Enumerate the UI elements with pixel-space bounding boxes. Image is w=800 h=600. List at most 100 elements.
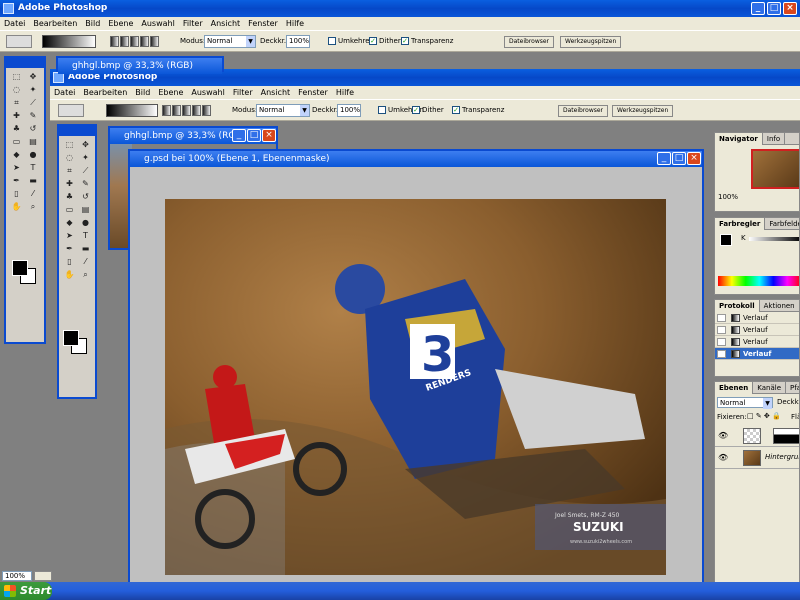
notes-tool-icon[interactable]: ▯ [10, 189, 23, 199]
menu-ebene[interactable]: Ebene [154, 86, 187, 99]
outer-minimize-button[interactable]: _ [751, 2, 765, 15]
front-minimize-button[interactable]: _ [657, 152, 671, 165]
front-close-button[interactable]: × [687, 152, 701, 165]
tool-preset-picker[interactable] [58, 104, 84, 117]
menu-auswahl[interactable]: Auswahl [137, 17, 178, 30]
eye-icon[interactable]: 👁 [718, 431, 728, 440]
toolpresets-tab[interactable]: Werkzeugspitzen [612, 105, 674, 117]
gradient-tool-icon[interactable]: ▤ [79, 205, 92, 215]
magic-wand-tool-icon[interactable]: ✦ [27, 85, 40, 95]
lasso-tool-icon[interactable]: ◌ [10, 85, 23, 95]
menu-bearbeiten[interactable]: Bearbeiten [29, 17, 81, 30]
stamp-tool-icon[interactable]: ♣ [63, 192, 76, 202]
menu-datei[interactable]: Datei [50, 86, 79, 99]
healing-tool-icon[interactable]: ✚ [63, 179, 76, 189]
tab-ebenen[interactable]: Ebenen [715, 382, 754, 394]
layer-row-ebene1[interactable]: 👁 [715, 425, 799, 447]
menu-datei[interactable]: Datei [0, 17, 29, 30]
mode-select[interactable]: Normal ▼ [204, 35, 256, 48]
tab-kanaele[interactable]: Kanäle [753, 382, 786, 394]
menu-hilfe[interactable]: Hilfe [332, 86, 358, 99]
marquee-tool-icon[interactable]: ⬚ [10, 72, 23, 82]
history-brush-tool-icon[interactable]: ↺ [27, 124, 40, 134]
move-tool-icon[interactable]: ✥ [27, 72, 40, 82]
back-document-title-bar[interactable]: ghhgl.bmp @ 33,3% (RGB) [58, 58, 222, 74]
menu-fenster[interactable]: Fenster [294, 86, 332, 99]
gradient-type-buttons[interactable] [162, 105, 211, 117]
tab-navigator[interactable]: Navigator [715, 133, 763, 145]
channel-slider[interactable] [749, 237, 799, 241]
opacity-input[interactable]: 100% [337, 104, 361, 117]
pen-tool-icon[interactable]: ✒ [10, 176, 23, 186]
blur-tool-icon[interactable]: ◆ [63, 218, 76, 228]
gradient-type-buttons[interactable] [110, 36, 159, 48]
middle-maximize-button[interactable]: □ [247, 129, 261, 142]
shape-tool-icon[interactable]: ▬ [79, 244, 92, 254]
menu-fenster[interactable]: Fenster [244, 17, 282, 30]
tab-farbregler[interactable]: Farbregler [715, 218, 766, 230]
middle-document-title-bar[interactable]: ghhgl.bmp @ 33,3% (RGB) _ □ × [110, 128, 276, 144]
layer-mask-thumbnail[interactable] [773, 428, 799, 444]
toolpresets-tab[interactable]: Werkzeugspitzen [560, 36, 622, 48]
crop-tool-icon[interactable]: ⌗ [63, 166, 76, 176]
navigator-zoom[interactable]: 100% [715, 193, 799, 201]
eye-icon[interactable]: 👁 [718, 453, 728, 462]
history-checkbox[interactable] [717, 350, 726, 358]
history-checkbox[interactable] [717, 314, 726, 322]
hand-tool-icon[interactable]: ✋ [63, 270, 76, 280]
brush-tool-icon[interactable]: ✎ [79, 179, 92, 189]
menu-ansicht[interactable]: Ansicht [207, 17, 245, 30]
shape-tool-icon[interactable]: ▬ [27, 176, 40, 186]
gradient-tool-icon[interactable]: ▤ [27, 137, 40, 147]
transparency-checkbox[interactable]: ✓ [452, 106, 460, 114]
gradient-picker[interactable] [106, 104, 158, 117]
front-document-title-bar[interactable]: g.psd bei 100% (Ebene 1, Ebenenmaske) _ … [130, 151, 702, 167]
status-info-button[interactable] [34, 571, 52, 581]
tool-preset-picker[interactable] [6, 35, 32, 48]
document-canvas-image[interactable]: 3 RENDERS Joel Smets, RM-Z 450 SUZUKI ww… [165, 199, 666, 575]
history-item[interactable]: Verlauf [715, 324, 799, 336]
outer-title-bar[interactable]: Adobe Photoshop _ □ × [0, 0, 800, 17]
history-item-selected[interactable]: Verlauf [715, 348, 799, 360]
dodge-tool-icon[interactable]: ● [79, 218, 92, 228]
dodge-tool-icon[interactable]: ● [27, 150, 40, 160]
mode-select[interactable]: Normal ▼ [256, 104, 310, 117]
eyedropper-tool-icon[interactable]: ⁄ [27, 189, 40, 199]
foreground-color-swatch[interactable] [63, 330, 79, 346]
reverse-checkbox[interactable] [378, 106, 386, 114]
reverse-checkbox[interactable] [328, 37, 336, 45]
tab-farbfelder[interactable]: Farbfelder [765, 218, 799, 230]
menu-bild[interactable]: Bild [81, 17, 104, 30]
type-tool-icon[interactable]: T [79, 231, 92, 241]
navigator-thumbnail[interactable] [751, 149, 799, 189]
path-select-tool-icon[interactable]: ➤ [63, 231, 76, 241]
front-maximize-button[interactable]: □ [672, 152, 686, 165]
marquee-tool-icon[interactable]: ⬚ [63, 140, 76, 150]
transparency-checkbox[interactable]: ✓ [401, 37, 409, 45]
middle-close-button[interactable]: × [262, 129, 276, 142]
magic-wand-tool-icon[interactable]: ✦ [79, 153, 92, 163]
dither-checkbox[interactable]: ✓ [412, 106, 420, 114]
lasso-tool-icon[interactable]: ◌ [63, 153, 76, 163]
move-tool-icon[interactable]: ✥ [79, 140, 92, 150]
type-tool-icon[interactable]: T [27, 163, 40, 173]
filebrowser-tab[interactable]: Dateibrowser [504, 36, 555, 48]
filebrowser-tab[interactable]: Dateibrowser [558, 105, 609, 117]
eraser-tool-icon[interactable]: ▭ [63, 205, 76, 215]
layer-blend-mode-select[interactable]: Normal ▼ [717, 397, 773, 409]
history-checkbox[interactable] [717, 326, 726, 334]
history-item[interactable]: Verlauf [715, 312, 799, 324]
stamp-tool-icon[interactable]: ♣ [10, 124, 23, 134]
path-select-tool-icon[interactable]: ➤ [10, 163, 23, 173]
start-button[interactable]: Start [0, 582, 52, 600]
lock-icons[interactable]: □ ✎ ✥ 🔒 [747, 412, 781, 420]
blur-tool-icon[interactable]: ◆ [10, 150, 23, 160]
color-spectrum-bar[interactable] [718, 276, 799, 286]
outer-close-button[interactable]: × [783, 2, 797, 15]
notes-tool-icon[interactable]: ▯ [63, 257, 76, 267]
hand-tool-icon[interactable]: ✋ [10, 202, 23, 212]
tab-pfade[interactable]: Pfade [786, 382, 799, 394]
menu-auswahl[interactable]: Auswahl [187, 86, 228, 99]
foreground-color-swatch[interactable] [12, 260, 28, 276]
zoom-tool-icon[interactable]: ⌕ [27, 202, 40, 212]
